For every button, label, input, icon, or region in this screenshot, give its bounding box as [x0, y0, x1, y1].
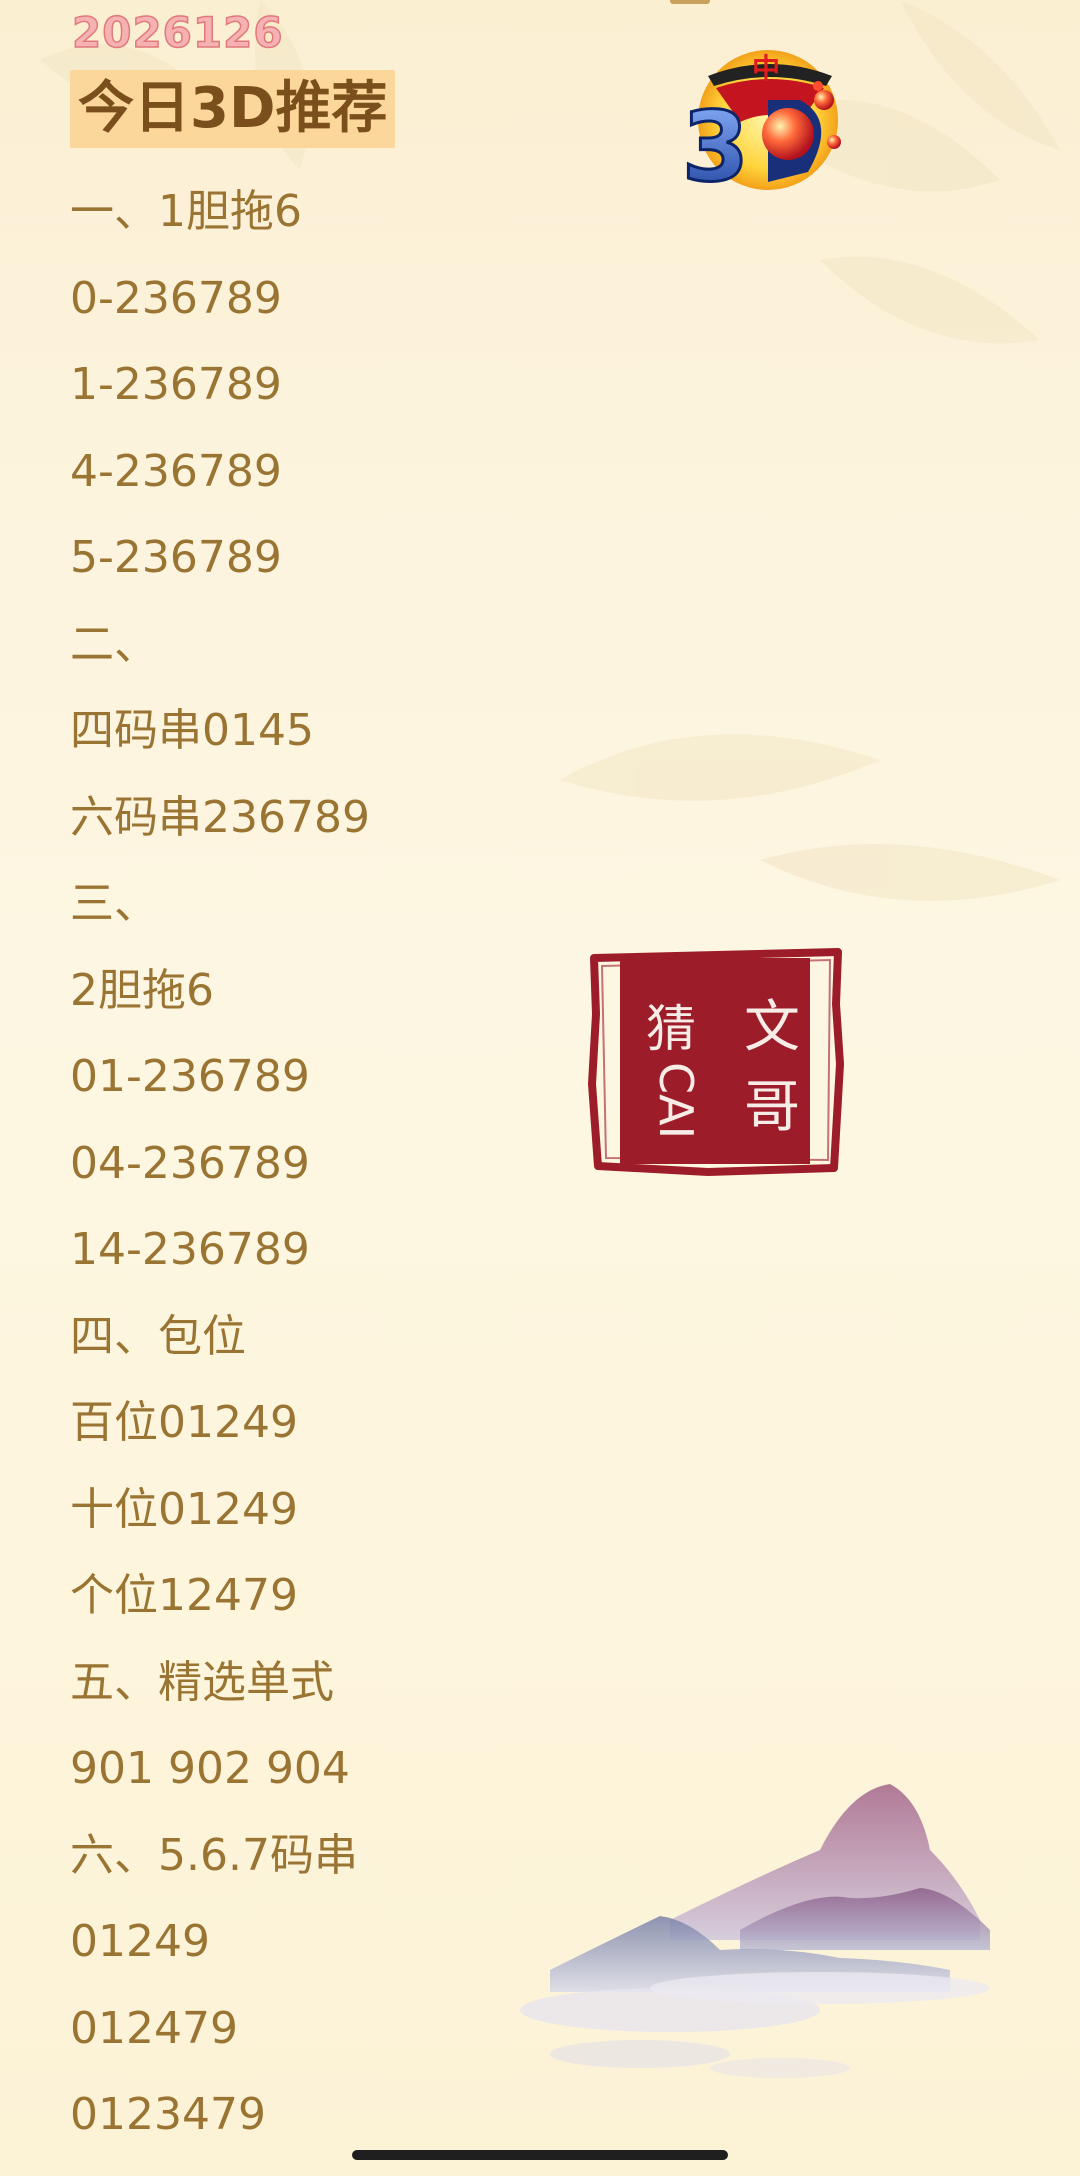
list-item: 01-236789 — [70, 1051, 310, 1102]
svg-text:猜: 猜 — [646, 1000, 696, 1058]
list-item: 六、5.6.7码串 — [70, 1829, 358, 1881]
svg-text:哥: 哥 — [744, 1075, 800, 1140]
red-seal-stamp-icon: 文 哥 猜 CAI — [588, 948, 844, 1176]
list-item: 六码串236789 — [70, 791, 370, 843]
logo-zhong-char: 中 — [752, 52, 780, 85]
screen: 2026126 今日3D推荐 中 3 一、1胆拖6 0-236789 1-236… — [0, 0, 1080, 2176]
list-item: 百位01249 — [70, 1397, 298, 1448]
home-indicator[interactable] — [352, 2150, 728, 2160]
list-item: 012479 — [70, 2002, 238, 2054]
list-item: 三、 — [70, 878, 158, 929]
list-item: 四、包位 — [70, 1310, 246, 1362]
list-item: 14-236789 — [70, 1224, 310, 1275]
svg-text:3: 3 — [682, 91, 749, 203]
svg-text:文: 文 — [744, 995, 800, 1060]
list-item: 四码串0145 — [70, 705, 314, 756]
list-item: 1-236789 — [70, 359, 282, 410]
lottery-3d-logo-icon: 中 3 — [681, 50, 841, 205]
list-item: 901 902 904 — [70, 1743, 350, 1794]
page-title: 今日3D推荐 — [78, 76, 388, 141]
status-notch — [670, 0, 710, 4]
list-item: 5-236789 — [70, 532, 282, 583]
list-item: 二、 — [70, 618, 158, 670]
list-item: 01249 — [70, 1916, 210, 1967]
list-item: 一、1胆拖6 — [70, 186, 302, 237]
list-item: 个位12479 — [70, 1570, 298, 1621]
list-item: 4-236789 — [70, 445, 282, 497]
recommendation-list: 一、1胆拖6 0-236789 1-236789 4-236789 5-2367… — [70, 182, 590, 2172]
list-item: 04-236789 — [70, 1137, 310, 1189]
list-item: 0-236789 — [70, 272, 282, 324]
list-item: 五、精选单式 — [70, 1656, 334, 1708]
title-highlight: 今日3D推荐 — [70, 70, 396, 148]
post-date: 2026126 — [71, 7, 284, 58]
list-item: 2胆拖6 — [70, 964, 214, 1016]
ink-mountain-landscape-icon — [520, 1784, 990, 2078]
svg-text:CAI: CAI — [649, 1062, 703, 1139]
list-item: 十位01249 — [70, 1483, 298, 1535]
